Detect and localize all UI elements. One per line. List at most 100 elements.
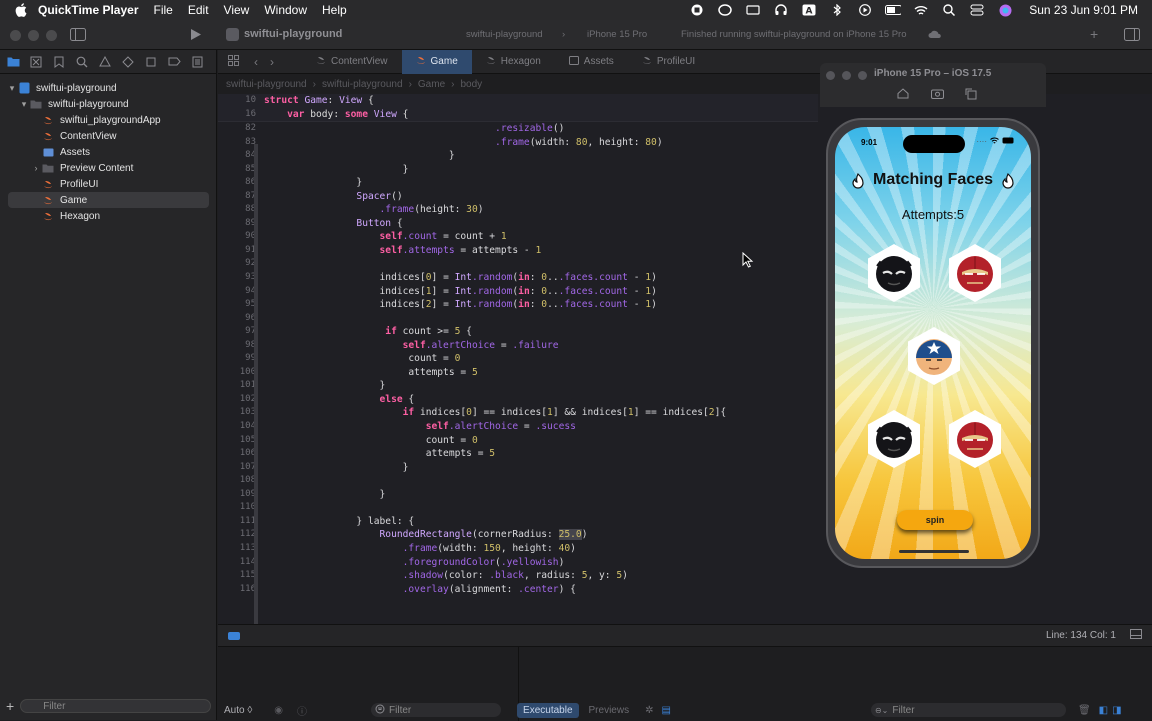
dynamic-island (903, 135, 965, 153)
destination-selector[interactable]: iPhone 15 Pro (587, 29, 647, 40)
console-filter-input[interactable]: ⊖⌄ Filter (870, 703, 1066, 717)
wifi-icon[interactable] (913, 3, 929, 17)
file-tree-item[interactable]: ▾ swiftui-playground (0, 96, 217, 112)
folder-icon (30, 98, 42, 110)
code-line: var body: some View { (287, 108, 409, 120)
menu-app-name[interactable]: QuickTime Player (38, 3, 139, 17)
jump-bar-item[interactable]: Game (418, 79, 445, 90)
tab-hexagon[interactable]: Hexagon (472, 50, 555, 74)
test-icon[interactable] (121, 55, 135, 69)
apple-icon[interactable] (14, 3, 28, 17)
menu-edit[interactable]: Edit (188, 3, 209, 17)
bookmark-icon[interactable] (52, 55, 66, 69)
tab-profileui[interactable]: ProfileUI (628, 50, 709, 74)
menubar-clock[interactable]: Sun 23 Jun 9:01 PM (1029, 3, 1138, 17)
previews-tab[interactable]: Previews (589, 705, 630, 716)
display-icon[interactable] (745, 3, 761, 17)
menu-help[interactable]: Help (322, 3, 347, 17)
run-icon[interactable] (190, 28, 202, 44)
file-tree-item[interactable]: ContentView (0, 128, 217, 144)
menu-view[interactable]: View (224, 3, 250, 17)
find-icon[interactable] (75, 55, 89, 69)
screenshot-icon[interactable] (931, 88, 944, 102)
tab-game[interactable]: Game (401, 49, 472, 74)
sidebar-toggle-icon[interactable] (70, 28, 86, 44)
play-circle-icon[interactable] (857, 3, 873, 17)
executable-tab[interactable]: Executable (517, 702, 579, 718)
tab-label: ProfileUI (656, 56, 696, 67)
battery-icon[interactable] (885, 3, 902, 17)
file-tree-item[interactable]: Hexagon (0, 208, 217, 224)
forward-icon[interactable]: › (270, 55, 274, 69)
report-icon[interactable] (190, 55, 204, 69)
info-icon[interactable]: ⓘ (297, 703, 307, 718)
line-number-gutter: 82 83 84 85 86 87 88 89 90 91 92 93 94 95 96 97 98 99 100 1… (218, 94, 256, 624)
layout-icon[interactable] (1130, 629, 1142, 642)
disclosure-open-icon[interactable]: ▾ (6, 83, 18, 94)
trash-icon[interactable]: 🗑 (1078, 705, 1091, 716)
file-tree-item[interactable]: › Preview Content (0, 160, 217, 176)
cloud-icon[interactable] (928, 29, 942, 42)
settings-icon[interactable]: ✲ (645, 705, 653, 716)
scheme-selector[interactable]: swiftui-playground (466, 29, 543, 40)
disclosure-open-icon[interactable]: ▾ (18, 99, 30, 110)
sim-zoom-button[interactable] (858, 71, 867, 80)
file-tree-item[interactable]: ProfileUI (0, 176, 217, 192)
jump-bar-item[interactable]: swiftui-playground (226, 79, 307, 90)
disclosure-closed-icon[interactable]: › (30, 163, 42, 173)
variables-filter-input[interactable]: Filter (371, 703, 502, 717)
menu-window[interactable]: Window (264, 3, 307, 17)
sim-close-button[interactable] (826, 71, 835, 80)
code-line[interactable]: .shadow(color: .black, radius: 5, y: 5) (264, 569, 964, 583)
add-icon[interactable]: + (1090, 26, 1098, 42)
jump-bar-item[interactable]: swiftui-playground (322, 79, 403, 90)
debug-icon[interactable] (144, 55, 158, 69)
split-left-icon[interactable]: ◧ (1099, 705, 1108, 716)
split-right-icon[interactable]: ◨ (1112, 705, 1121, 716)
siri-icon[interactable] (997, 3, 1013, 17)
inspector-toggle-icon[interactable] (1124, 28, 1140, 44)
control-center-icon[interactable] (969, 3, 985, 17)
minimize-window-button[interactable] (28, 30, 39, 41)
file-tree-item[interactable]: Assets (0, 144, 217, 160)
line-number: 95 (245, 299, 256, 310)
file-tree-item[interactable]: Game (8, 192, 209, 208)
simulator-screen[interactable]: 9:01 ···· Matching Faces Attempts:5 spin (835, 127, 1031, 559)
creative-cloud-icon[interactable] (717, 3, 733, 17)
code-line[interactable]: .overlay(alignment: .center) { (264, 583, 964, 597)
auto-variables-select[interactable]: Auto ◊ (224, 705, 252, 716)
record-stop-icon[interactable] (689, 3, 705, 17)
search-icon[interactable] (941, 3, 957, 17)
sim-minimize-button[interactable] (842, 71, 851, 80)
zoom-window-button[interactable] (46, 30, 57, 41)
eye-icon[interactable]: ◉ (274, 705, 283, 716)
issue-icon[interactable] (98, 55, 112, 69)
source-control-icon[interactable] (29, 55, 43, 69)
bluetooth-icon[interactable] (829, 3, 845, 17)
menu-file[interactable]: File (154, 3, 173, 17)
tab-contentview[interactable]: ContentView (302, 50, 402, 74)
file-tree-item[interactable]: ▾ swiftui-playground (0, 80, 217, 96)
back-icon[interactable]: ‹ (254, 55, 258, 69)
file-tree-item[interactable]: swiftui_playgroundApp (0, 112, 217, 128)
sticky-scope-line[interactable]: 10 struct Game: View { (218, 94, 818, 108)
rotate-icon[interactable] (965, 88, 977, 103)
folder-navigator-icon[interactable] (6, 55, 20, 69)
add-file-icon[interactable]: + (6, 698, 14, 714)
home-icon[interactable] (897, 88, 909, 102)
close-window-button[interactable] (10, 30, 21, 41)
grid-icon[interactable] (228, 54, 242, 69)
line-number: 83 (245, 136, 256, 147)
spin-button[interactable]: spin (897, 510, 973, 530)
breakpoint-toggle-icon[interactable] (228, 631, 240, 640)
headphones-icon[interactable] (773, 3, 789, 17)
tab-assets[interactable]: Assets (555, 50, 628, 74)
jump-bar-item[interactable]: body (460, 79, 482, 90)
breakpoint-icon[interactable] (167, 55, 181, 69)
sticky-scope-line[interactable]: 16 var body: some View { (218, 108, 818, 122)
home-indicator[interactable] (899, 550, 969, 553)
input-source-icon[interactable]: A (801, 3, 817, 17)
navigator-filter-input[interactable]: Filter (20, 699, 211, 713)
line-number: 96 (245, 312, 256, 323)
console-icon[interactable]: ▤ (661, 705, 670, 716)
